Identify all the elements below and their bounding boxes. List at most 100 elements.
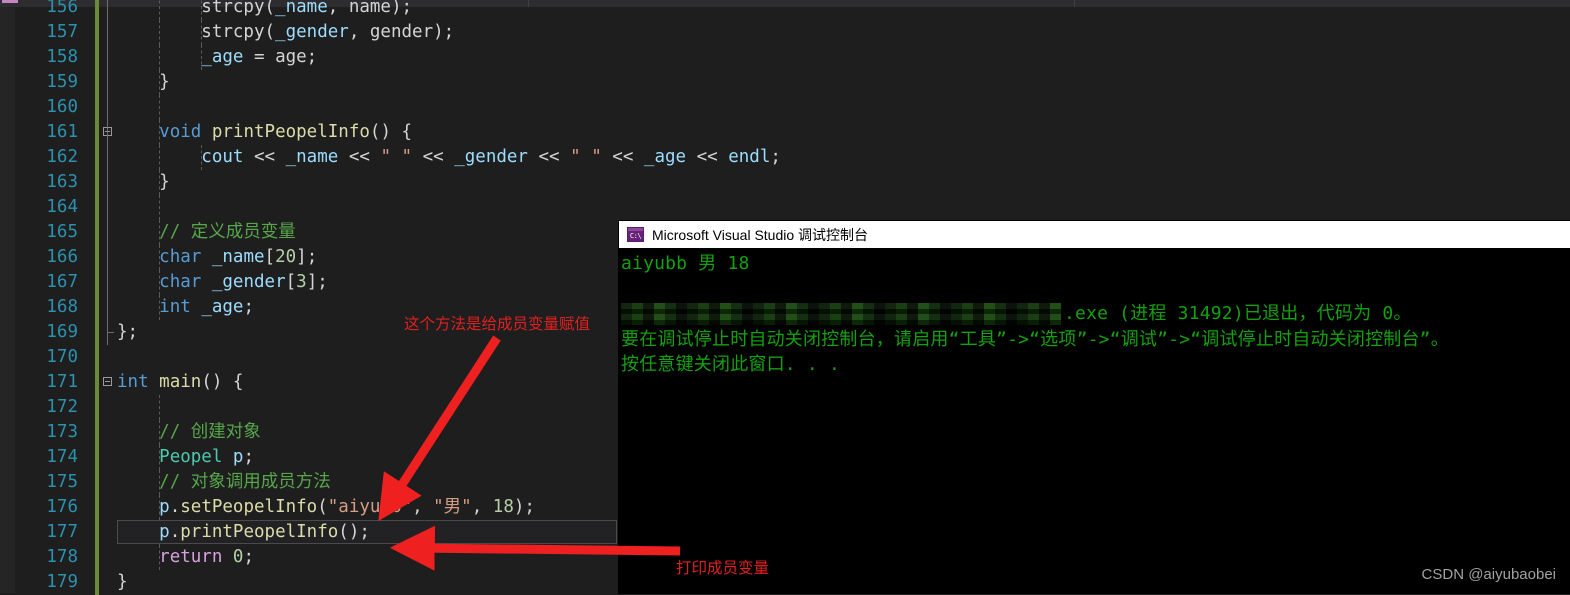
change-indicator-bar xyxy=(95,45,99,70)
outline-column[interactable] xyxy=(101,70,117,95)
line-number: 172 xyxy=(46,397,78,417)
code-token: [ xyxy=(264,247,276,267)
code-line-text[interactable]: strcpy(_name, name); xyxy=(117,0,412,20)
outline-end-tick xyxy=(107,332,114,333)
code-token: , xyxy=(412,497,434,517)
code-line[interactable]: 157 strcpy(_gender, gender); xyxy=(0,20,1570,45)
outline-column[interactable] xyxy=(101,370,117,395)
debug-console-window[interactable]: C:\ Microsoft Visual Studio 调试控制台 aiyubb… xyxy=(619,221,1570,593)
code-line-text[interactable]: p.printPeopelInfo(); xyxy=(117,520,370,545)
console-redacted-path-line: .exe (进程 31492)已退出，代码为 0。 xyxy=(621,301,1570,327)
change-indicator-bar xyxy=(95,320,99,345)
indent-guide xyxy=(159,95,161,120)
code-line-text[interactable]: }; xyxy=(117,320,138,345)
code-token: ; xyxy=(243,547,255,567)
code-line-text[interactable]: p.setPeopelInfo("aiyubb", "男", 18); xyxy=(117,495,535,520)
code-line[interactable]: 163 } xyxy=(0,170,1570,195)
outline-column[interactable] xyxy=(101,120,117,145)
outline-vertical-line xyxy=(107,45,108,70)
console-output-area[interactable]: aiyubb 男 18 .exe (进程 31492)已退出，代码为 0。 要在… xyxy=(619,248,1570,593)
code-line[interactable]: 160 xyxy=(0,95,1570,120)
code-token: " " xyxy=(380,147,413,167)
code-line-text[interactable]: void printPeopelInfo() { xyxy=(117,120,412,145)
code-line-text[interactable]: cout << _name << " " << _gender << " " <… xyxy=(117,145,781,170)
code-line-text[interactable]: } xyxy=(117,70,170,95)
outline-column[interactable] xyxy=(101,495,117,520)
outline-column[interactable] xyxy=(101,545,117,570)
code-token: }; xyxy=(117,322,139,342)
collapse-toggle-icon[interactable] xyxy=(103,377,112,386)
code-line[interactable]: 156 strcpy(_name, name); xyxy=(0,0,1570,20)
outline-column[interactable] xyxy=(101,295,117,320)
csdn-watermark: CSDN @aiyubaobei xyxy=(1421,566,1556,583)
annotation-setter-note: 这个方法是给成员变量赋值 xyxy=(404,316,591,333)
code-line-text[interactable]: return 0; xyxy=(117,545,254,570)
code-token: _age xyxy=(201,47,244,67)
outline-column[interactable] xyxy=(101,245,117,270)
console-title-bar[interactable]: C:\ Microsoft Visual Studio 调试控制台 xyxy=(619,221,1570,248)
line-number: 174 xyxy=(46,447,78,467)
code-line[interactable]: 158 _age = age; xyxy=(0,45,1570,70)
outline-column[interactable] xyxy=(101,220,117,245)
code-line[interactable]: 164 xyxy=(0,195,1570,220)
code-line[interactable]: 159 } xyxy=(0,70,1570,95)
outline-column[interactable] xyxy=(101,395,117,420)
outline-column[interactable] xyxy=(101,95,117,120)
code-token: _name xyxy=(211,247,265,267)
code-token: setPeopelInfo xyxy=(180,497,318,517)
outline-column[interactable] xyxy=(101,45,117,70)
outline-column[interactable] xyxy=(101,520,117,545)
code-token: << xyxy=(686,147,729,167)
line-number: 166 xyxy=(46,247,78,267)
indent-guide xyxy=(159,395,161,420)
outline-column[interactable] xyxy=(101,270,117,295)
outline-column[interactable] xyxy=(101,20,117,45)
change-indicator-bar xyxy=(95,470,99,495)
code-line-text[interactable]: // 对象调用成员方法 xyxy=(117,470,331,495)
outline-column[interactable] xyxy=(101,345,117,370)
code-line-text[interactable]: char _name[20]; xyxy=(117,245,317,270)
outline-column[interactable] xyxy=(101,445,117,470)
code-line-text[interactable]: char _gender[3]; xyxy=(117,270,328,295)
change-indicator-bar xyxy=(95,145,99,170)
code-line-text[interactable]: int _age; xyxy=(117,295,254,320)
console-output-line: aiyubb 男 18 xyxy=(621,253,750,274)
line-number: 167 xyxy=(46,272,78,292)
change-indicator-bar xyxy=(95,0,99,20)
code-line-text[interactable]: int main() { xyxy=(117,370,243,395)
line-number: 179 xyxy=(46,572,78,592)
code-line-text[interactable]: _age = age; xyxy=(117,45,317,70)
line-number: 169 xyxy=(46,322,78,342)
code-line[interactable]: 161 void printPeopelInfo() { xyxy=(0,120,1570,145)
outline-column[interactable] xyxy=(101,195,117,220)
code-line-text[interactable]: } xyxy=(117,170,170,195)
outline-column[interactable] xyxy=(101,0,117,20)
outline-column[interactable] xyxy=(101,145,117,170)
outline-column[interactable] xyxy=(101,170,117,195)
code-line-text[interactable]: Peopel p; xyxy=(117,445,254,470)
outline-column[interactable] xyxy=(101,570,117,595)
code-line-text[interactable]: strcpy(_gender, gender); xyxy=(117,20,454,45)
code-line-text[interactable]: // 定义成员变量 xyxy=(117,220,296,245)
code-token: Peopel xyxy=(159,447,223,467)
code-token: _gender xyxy=(275,22,349,42)
change-indicator-bar xyxy=(95,570,99,595)
code-line[interactable]: 162 cout << _name << " " << _gender << "… xyxy=(0,145,1570,170)
console-output-line: 按任意键关闭此窗口. . . xyxy=(621,354,840,375)
console-process-exit-text: .exe (进程 31492)已退出，代码为 0。 xyxy=(1064,303,1412,324)
code-token: ); xyxy=(513,497,535,517)
line-number: 161 xyxy=(46,122,78,142)
code-token: 20 xyxy=(275,247,297,267)
change-indicator-bar xyxy=(95,295,99,320)
change-indicator-bar xyxy=(95,170,99,195)
outline-column[interactable] xyxy=(101,470,117,495)
code-line-text[interactable]: // 创建对象 xyxy=(117,420,261,445)
code-line-text[interactable]: } xyxy=(117,570,128,595)
code-token: p xyxy=(159,497,170,517)
outline-column[interactable] xyxy=(101,420,117,445)
